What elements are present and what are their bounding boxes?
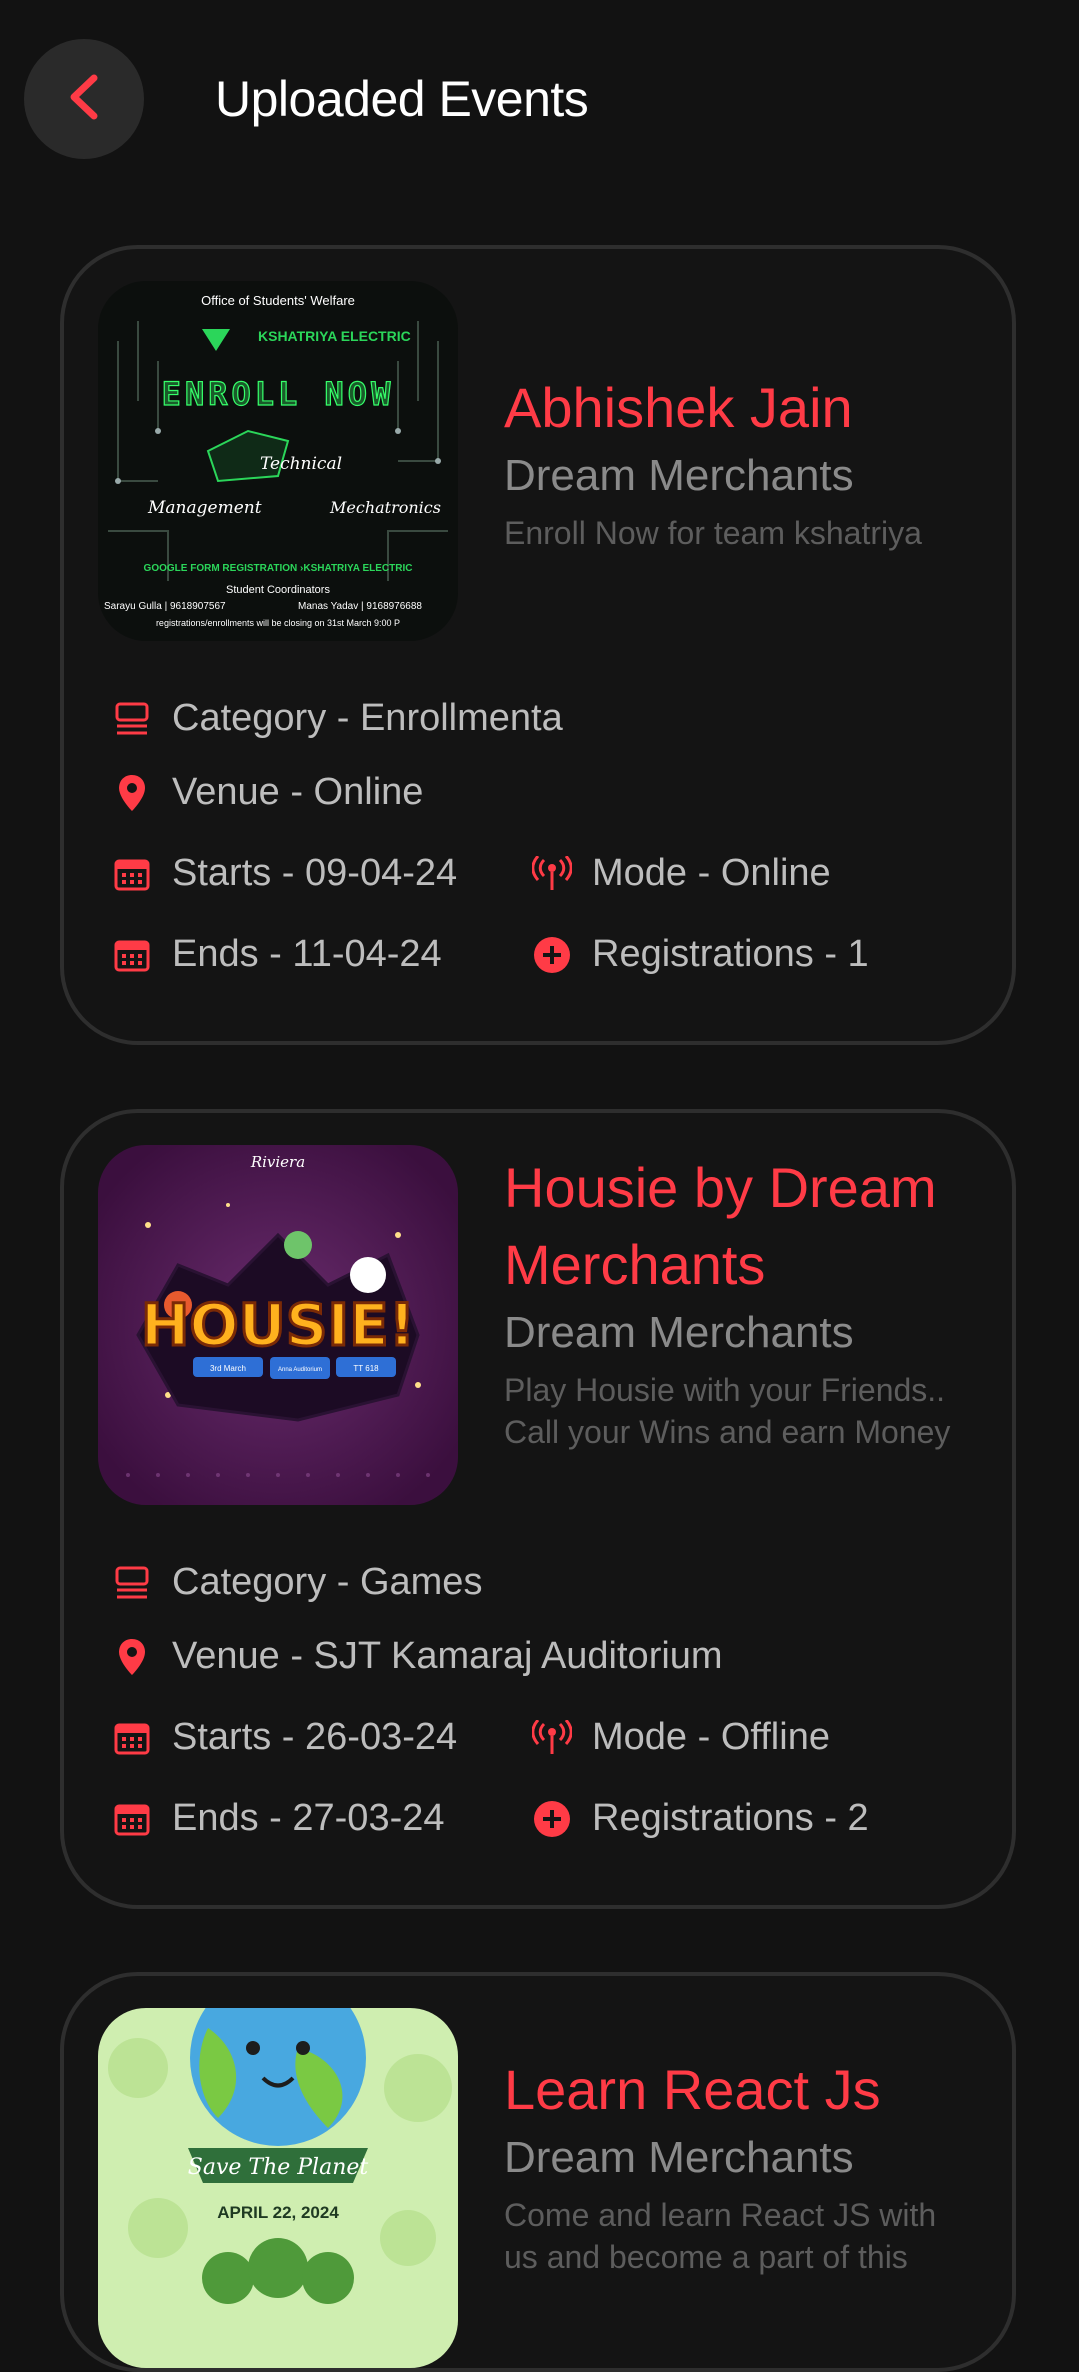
poster-venue: Anna Auditorium	[278, 1367, 322, 1373]
event-info: Housie by Dream Merchants Dream Merchant…	[504, 1149, 974, 1453]
location-pin-icon	[112, 1637, 152, 1677]
calendar-icon	[112, 935, 152, 975]
mode-label: Mode - Online	[592, 852, 831, 894]
event-card[interactable]: Save The Planet APRIL 22, 2024 Learn Rea…	[60, 1972, 1016, 2372]
poster-footer: GOOGLE FORM REGISTRATION ›KSHATRIYA ELEC…	[144, 563, 413, 574]
poster-top-text: Office of Students' Welfare	[201, 293, 355, 308]
category-label: Category - Games	[172, 1561, 483, 1603]
poster-banner: Save The Planet	[188, 2155, 369, 2180]
category-label: Category - Enrollmenta	[172, 697, 563, 739]
back-button[interactable]	[24, 39, 144, 159]
poster-coord-title: Student Coordinators	[226, 584, 330, 596]
poster-note: registrations/enrollments will be closin…	[156, 618, 400, 628]
mode-row: Mode - Offline	[532, 1716, 830, 1759]
mode-label: Mode - Offline	[592, 1716, 830, 1758]
event-poster: Office of Students' Welfare KSHATRIYA EL…	[98, 281, 458, 641]
broadcast-icon	[532, 1718, 572, 1758]
chevron-left-icon	[64, 72, 104, 127]
starts-row: Starts - 26-03-24	[112, 1716, 457, 1759]
poster-date: APRIL 22, 2024	[217, 2203, 339, 2222]
poster-tag: Management	[147, 498, 262, 518]
registrations-label: Registrations - 1	[592, 933, 869, 975]
plus-circle-icon	[532, 1799, 572, 1839]
starts-label: Starts - 09-04-24	[172, 852, 458, 894]
event-card[interactable]: Riviera HOUSIE! 3rd March Anna Auditoriu…	[60, 1109, 1016, 1909]
event-info: Learn React Js Dream Merchants Come and …	[504, 2051, 974, 2278]
page-title: Uploaded Events	[215, 71, 589, 127]
ends-row: Ends - 11-04-24	[112, 933, 442, 976]
event-title: Abhishek Jain	[504, 376, 853, 439]
location-pin-icon	[112, 773, 152, 813]
event-organizer: Dream Merchants	[504, 2133, 854, 2182]
poster-brand: KSHATRIYA ELECTRIC	[258, 328, 411, 344]
starts-label: Starts - 26-03-24	[172, 1716, 458, 1758]
category-icon	[112, 699, 152, 739]
event-poster: Save The Planet APRIL 22, 2024	[98, 2008, 458, 2368]
category-row: Category - Enrollmenta	[112, 697, 563, 740]
venue-label: Venue - Online	[172, 771, 424, 813]
poster-room: TT 618	[353, 1364, 379, 1373]
ends-row: Ends - 27-03-24	[112, 1797, 445, 1840]
poster-headline: ENROLL NOW	[162, 375, 395, 413]
starts-row: Starts - 09-04-24	[112, 852, 457, 895]
registrations-row: Registrations - 2	[532, 1797, 869, 1840]
category-row: Category - Games	[112, 1561, 482, 1604]
poster-brand: Riviera	[250, 1153, 305, 1171]
plus-circle-icon	[532, 935, 572, 975]
mode-row: Mode - Online	[532, 852, 831, 895]
poster-coord-left: Sarayu Gulla | 9618907567	[104, 601, 226, 612]
poster-date: 3rd March	[210, 1364, 246, 1373]
venue-row: Venue - Online	[112, 771, 423, 814]
category-icon	[112, 1563, 152, 1603]
ends-label: Ends - 11-04-24	[172, 933, 442, 975]
registrations-label: Registrations - 2	[592, 1797, 869, 1839]
event-description: Come and learn React JS with us and beco…	[504, 2197, 937, 2275]
event-info: Abhishek Jain Dream Merchants Enroll Now…	[504, 369, 974, 554]
event-organizer: Dream Merchants	[504, 451, 854, 500]
ends-label: Ends - 27-03-24	[172, 1797, 445, 1839]
event-organizer: Dream Merchants	[504, 1308, 854, 1357]
event-title: Learn React Js	[504, 2058, 881, 2121]
event-description: Enroll Now for team kshatriya	[504, 515, 922, 551]
event-card[interactable]: Office of Students' Welfare KSHATRIYA EL…	[60, 245, 1016, 1045]
registrations-row: Registrations - 1	[532, 933, 869, 976]
calendar-icon	[112, 1718, 152, 1758]
poster-tag: Mechatronics	[329, 498, 441, 517]
calendar-icon	[112, 1799, 152, 1839]
poster-headline: HOUSIE!	[141, 1291, 415, 1359]
calendar-icon	[112, 854, 152, 894]
event-poster: Riviera HOUSIE! 3rd March Anna Auditoriu…	[98, 1145, 458, 1505]
event-description: Play Housie with your Friends.. Call you…	[504, 1372, 951, 1450]
venue-row: Venue - SJT Kamaraj Auditorium	[112, 1635, 723, 1678]
poster-coord-right: Manas Yadav | 9168976688	[298, 601, 422, 612]
header: Uploaded Events	[0, 0, 1079, 200]
poster-tag: Technical	[260, 454, 342, 474]
event-title: Housie by Dream Merchants	[504, 1156, 937, 1296]
broadcast-icon	[532, 854, 572, 894]
venue-label: Venue - SJT Kamaraj Auditorium	[172, 1635, 723, 1677]
